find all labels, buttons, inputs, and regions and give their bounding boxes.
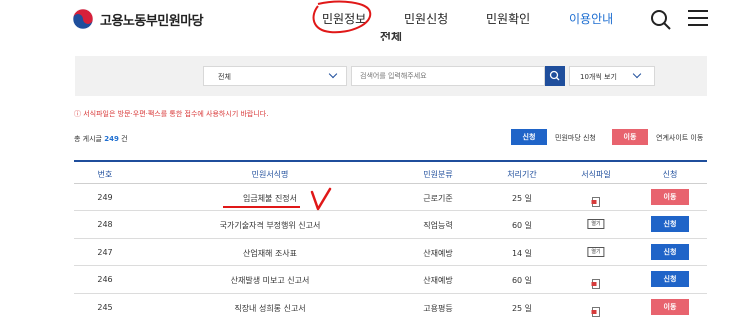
scope-value: 전체	[218, 73, 231, 81]
apply-button[interactable]: 신청	[651, 271, 689, 288]
col-header-period: 처리기간	[507, 170, 537, 179]
cell-period: 25 일	[511, 303, 533, 313]
nav-usage-guide[interactable]: 이용안내	[569, 10, 613, 27]
file-download-icon[interactable]	[591, 192, 601, 207]
civil-forms-table: 번호 민원서식명 민원분류 처리기간 서식파일 신청 249 임금체불 진정서 근로…	[74, 160, 707, 320]
table-row: 246 산재발생 미보고 신고서 산재예방 60 일 신청	[74, 266, 707, 294]
search-button[interactable]	[545, 66, 565, 86]
search-panel: 전체 10개씩 보기	[75, 56, 707, 96]
cell-number: 248	[97, 220, 113, 230]
search-input[interactable]	[351, 66, 545, 86]
legend-apply-badge: 신청	[511, 129, 547, 145]
move-button[interactable]: 이동	[651, 189, 689, 205]
site-header: 고용노동부민원마당 민원정보 민원신청 민원확인 이용안내	[0, 0, 743, 38]
cell-period: 60 일	[511, 276, 533, 286]
legend-move-badge: 이동	[612, 129, 648, 145]
cell-period: 14 일	[511, 248, 533, 258]
cell-form-name[interactable]: 국가기술자격 부정행위 신고서	[220, 220, 321, 231]
file-download-icon[interactable]	[591, 274, 601, 290]
cell-category: 산재예방	[423, 248, 453, 258]
chevron-down-icon	[632, 69, 642, 79]
page-size-select[interactable]: 10개씩 보기	[569, 66, 655, 86]
hamburger-menu-icon[interactable]	[688, 10, 708, 26]
col-header-form-file: 서식파일	[581, 170, 611, 179]
table-row: 247 산업재해 조사표 산재예방 14 일 열기 신청	[74, 239, 707, 267]
cell-form-name[interactable]: 임금체불 진정서	[243, 193, 297, 204]
search-scope-select[interactable]: 전체	[203, 66, 347, 86]
total-suffix: 건	[121, 135, 128, 143]
table-row: 245 직장내 성희롱 신고서 고용평등 25 일 이동	[74, 294, 707, 320]
chevron-down-icon	[328, 69, 338, 79]
logo-text: 고용노동부민원마당	[100, 13, 204, 29]
cell-form-name[interactable]: 산재발생 미보고 신고서	[231, 275, 310, 286]
legend-move-text: 연계사이트 이동	[656, 134, 704, 142]
table-row: 248 국가기술자격 부정행위 신고서 직업능력 60 일 열기 신청	[74, 211, 707, 239]
col-header-category: 민원분류	[423, 170, 453, 179]
notice-text: ⓘ 서식파일은 방문·우편·팩스를 통한 접수에 사용하시기 바랍니다.	[74, 110, 269, 118]
cell-number: 246	[97, 275, 113, 285]
file-download-icon[interactable]	[591, 302, 601, 317]
cell-category: 근로기준	[423, 194, 453, 203]
cell-category: 고용평등	[423, 303, 453, 313]
nav-civil-check[interactable]: 민원확인	[486, 10, 530, 27]
cell-category: 직업능력	[423, 221, 453, 231]
page-size-value: 10개씩 보기	[580, 73, 617, 81]
cell-period: 60 일	[511, 221, 533, 231]
site-logo[interactable]: 고용노동부민원마당	[72, 8, 204, 30]
col-header-number: 번호	[97, 170, 113, 179]
open-file-button[interactable]: 열기	[587, 246, 605, 257]
cell-form-name[interactable]: 산업재해 조사표	[243, 248, 297, 259]
total-number: 249	[104, 135, 119, 143]
col-header-form-name: 민원서식명	[251, 170, 289, 179]
cell-number: 245	[97, 302, 113, 312]
cell-form-name[interactable]: 직장내 성희롱 신고서	[234, 303, 305, 314]
apply-button[interactable]: 신청	[651, 243, 689, 260]
cell-number: 249	[97, 193, 113, 202]
legend-apply-text: 민원마당 신청	[555, 134, 596, 142]
cell-number: 247	[97, 247, 113, 257]
taegeuk-logo-icon	[72, 8, 94, 30]
page-title: 전체	[380, 32, 403, 41]
search-icon	[549, 70, 560, 81]
search-icon[interactable]	[650, 9, 672, 31]
cell-period: 25 일	[511, 194, 533, 203]
nav-civil-info[interactable]: 민원정보	[322, 10, 366, 27]
table-row: 249 임금체불 진정서 근로기준 25 일 이동	[74, 184, 707, 212]
open-file-button[interactable]: 열기	[587, 219, 605, 230]
total-prefix: 총 게시글	[74, 135, 102, 143]
nav-civil-apply[interactable]: 민원신청	[404, 10, 448, 27]
col-header-apply: 신청	[662, 170, 678, 179]
table-header: 번호 민원서식명 민원분류 처리기간 서식파일 신청	[74, 160, 707, 184]
apply-button[interactable]: 신청	[651, 216, 689, 233]
total-count: 총 게시글 249 건	[74, 134, 128, 144]
table-body: 249 임금체불 진정서 근로기준 25 일 이동 248 국가기술자격 부정행위 신고서 직…	[74, 184, 707, 320]
move-button[interactable]: 이동	[651, 298, 689, 315]
cell-category: 산재예방	[423, 276, 453, 286]
